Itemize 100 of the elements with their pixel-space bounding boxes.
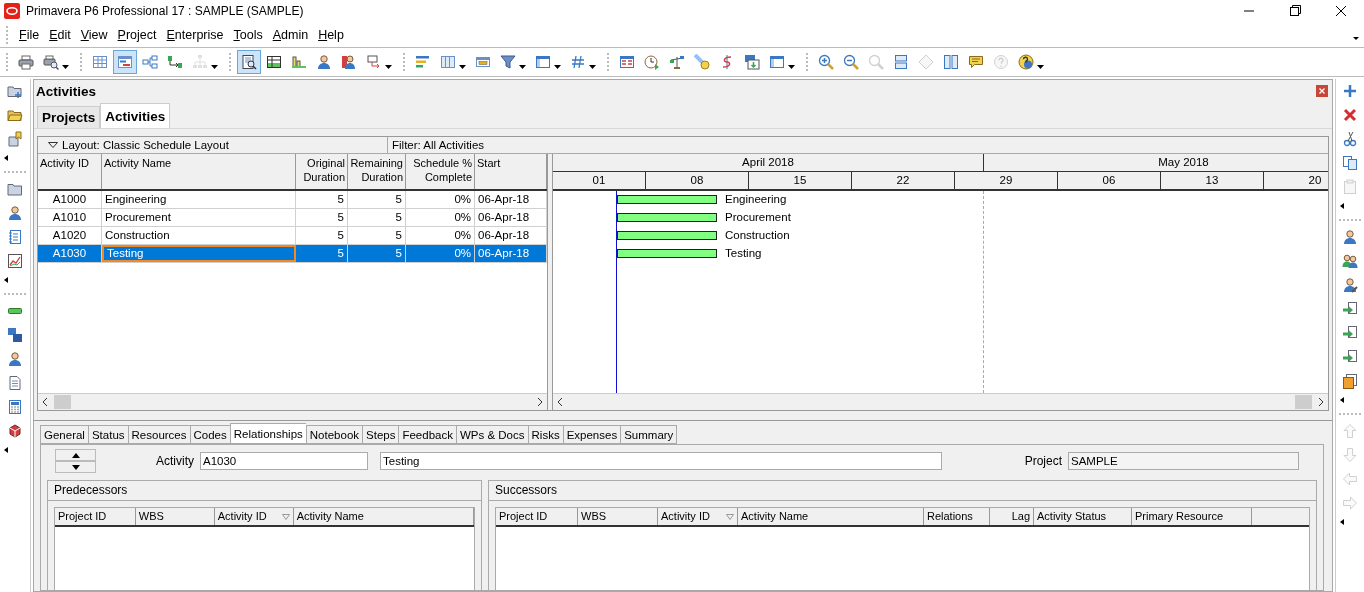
- tab[interactable]: Activities: [100, 103, 171, 128]
- column-header[interactable]: WBS: [578, 508, 658, 525]
- down-arrow-icon: [1342, 447, 1358, 463]
- scroll-left-icon[interactable]: [42, 397, 48, 407]
- horizontal-scrollbar[interactable]: [38, 393, 547, 410]
- field-label: Activity: [156, 454, 194, 468]
- network-diagram-icon: [142, 54, 158, 70]
- collapse-arrow-icon[interactable]: [4, 447, 8, 453]
- collapse-arrow-icon[interactable]: [4, 155, 8, 161]
- people-icon: [1342, 253, 1358, 269]
- menu-item[interactable]: Project: [112, 28, 162, 42]
- down-caret-icon: [71, 464, 80, 470]
- help-icon: [1018, 54, 1034, 70]
- section-header: Successors: [489, 481, 1316, 501]
- column-header[interactable]: Lag: [990, 508, 1034, 525]
- document-arrow-icon: [1342, 325, 1358, 341]
- activity-row[interactable]: A1030 Testing 5 5 0% 06-Apr-18: [38, 245, 547, 263]
- scroll-right-icon[interactable]: [1318, 397, 1324, 407]
- tab[interactable]: Steps: [362, 425, 399, 444]
- column-header[interactable]: Activity Name: [102, 154, 296, 189]
- layout-selector[interactable]: Layout: Classic Schedule Layout: [38, 137, 388, 153]
- horizontal-scrollbar[interactable]: [553, 393, 1328, 410]
- activity-bar[interactable]: [617, 249, 717, 258]
- close-icon[interactable]: [1316, 85, 1328, 97]
- plus-icon: [1342, 83, 1358, 99]
- column-header[interactable]: Activity ID: [658, 508, 738, 525]
- column-header[interactable]: Activity ID: [38, 154, 102, 189]
- person-icon: [7, 205, 23, 221]
- menu-item[interactable]: View: [75, 28, 113, 42]
- scroll-right-icon[interactable]: [537, 397, 543, 407]
- activity-id-field[interactable]: A1030: [200, 452, 368, 470]
- tab[interactable]: Summary: [620, 425, 678, 444]
- layout-icon: [535, 54, 551, 70]
- tab[interactable]: Notebook: [305, 425, 363, 444]
- menu-item[interactable]: File: [14, 28, 45, 42]
- previous-button[interactable]: [55, 449, 96, 461]
- column-header[interactable]: Relations: [924, 508, 990, 525]
- gantt-chart-icon: [117, 54, 133, 70]
- project-field[interactable]: SAMPLE: [1068, 452, 1299, 470]
- folder-icon: [7, 181, 23, 197]
- tab[interactable]: Risks: [527, 425, 563, 444]
- column-header[interactable]: Schedule % Complete: [406, 154, 475, 189]
- table-cell: 5: [348, 191, 406, 208]
- column-header[interactable]: Activity Name: [738, 508, 924, 525]
- toolbar-button[interactable]: [237, 50, 261, 74]
- tab[interactable]: Codes: [189, 425, 230, 444]
- next-button[interactable]: [55, 461, 96, 473]
- table-cell: Testing: [102, 245, 296, 262]
- left-arrow-icon: [1342, 471, 1358, 487]
- column-header[interactable]: Original Duration: [296, 154, 348, 189]
- tab[interactable]: Status: [87, 425, 128, 444]
- column-header[interactable]: Activity ID: [214, 508, 294, 525]
- tab[interactable]: Feedback: [398, 425, 456, 444]
- week-header: 13: [1161, 172, 1264, 189]
- scroll-left-icon[interactable]: [557, 397, 563, 407]
- copy-icon: [1342, 155, 1358, 171]
- window-title: Primavera P6 Professional 17 : SAMPLE (SAMPLE): [26, 4, 304, 18]
- menu-item[interactable]: Help: [313, 28, 349, 42]
- tab[interactable]: Expenses: [562, 425, 621, 444]
- collapse-arrow-icon[interactable]: [1340, 397, 1344, 403]
- column-header[interactable]: WBS: [135, 508, 215, 525]
- caret-icon[interactable]: [1352, 34, 1360, 42]
- activity-row[interactable]: A1010 Procurement 5 5 0% 06-Apr-18: [38, 209, 547, 227]
- column-header[interactable]: Primary Resource: [1132, 508, 1252, 525]
- caret-icon: [589, 65, 596, 69]
- column-header[interactable]: Project ID: [496, 508, 578, 525]
- up-arrow-icon: [1342, 423, 1358, 439]
- help-icon: [993, 54, 1009, 70]
- tab[interactable]: WPs & Docs: [455, 425, 528, 444]
- person-icon: [1342, 229, 1358, 245]
- menu-item[interactable]: Admin: [267, 28, 314, 42]
- collapse-arrow-icon[interactable]: [1340, 203, 1344, 209]
- tab[interactable]: Projects: [37, 106, 101, 128]
- column-header[interactable]: Remaining Duration: [348, 154, 406, 189]
- tab[interactable]: Resources: [127, 425, 190, 444]
- activity-bar[interactable]: [617, 213, 717, 222]
- activity-name-field[interactable]: Testing: [380, 452, 942, 470]
- caret-icon: [385, 65, 392, 69]
- column-header[interactable]: Project ID: [55, 508, 136, 525]
- table-cell: 5: [296, 227, 348, 244]
- activity-bar[interactable]: [617, 231, 717, 240]
- tab[interactable]: Relationships: [229, 423, 306, 444]
- menu-item[interactable]: Enterprise: [161, 28, 229, 42]
- calculator-icon: [7, 399, 23, 415]
- dice-icon: [7, 423, 23, 439]
- scrollbar-thumb[interactable]: [1295, 395, 1312, 409]
- tab[interactable]: General: [40, 425, 88, 444]
- layout-name: Layout: Classic Schedule Layout: [62, 139, 229, 151]
- collapse-arrow-icon[interactable]: [4, 277, 8, 283]
- column-header[interactable]: Activity Status: [1034, 508, 1132, 525]
- activity-row[interactable]: A1000 Engineering 5 5 0% 06-Apr-18: [38, 191, 547, 209]
- scrollbar-thumb[interactable]: [54, 395, 71, 409]
- collapse-arrow-icon[interactable]: [1340, 519, 1344, 525]
- sort-icon: [726, 513, 734, 520]
- menu-item[interactable]: Tools: [228, 28, 268, 42]
- activity-bar[interactable]: [617, 195, 717, 204]
- column-header[interactable]: Activity Name: [293, 508, 474, 525]
- window-icon: [475, 54, 491, 70]
- menu-item[interactable]: Edit: [44, 28, 76, 42]
- column-header[interactable]: Start: [475, 154, 547, 189]
